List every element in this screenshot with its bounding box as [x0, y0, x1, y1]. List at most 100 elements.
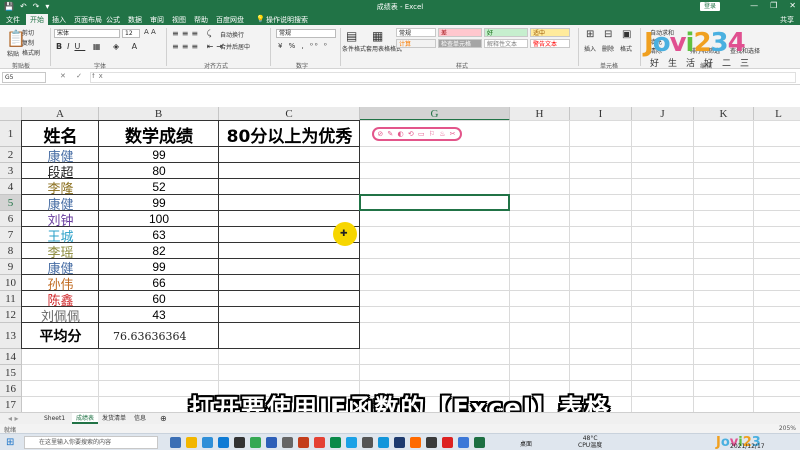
column-header-b[interactable]: B	[99, 107, 219, 121]
cell-score[interactable]: 80	[99, 163, 219, 179]
app-icon[interactable]	[458, 437, 469, 448]
column-header-a[interactable]: A	[22, 107, 99, 121]
sheet-tab-info[interactable]: 信息	[130, 413, 150, 424]
selected-cell-g5[interactable]	[359, 194, 510, 211]
tab-file[interactable]: 文件	[6, 15, 20, 25]
cell-score[interactable]: 63	[99, 227, 219, 243]
zoom-level[interactable]: 205%	[779, 425, 796, 432]
tab-home[interactable]: 开始	[26, 14, 48, 25]
tab-help[interactable]: 帮助	[194, 15, 208, 25]
cut-button[interactable]: 剪切	[22, 28, 34, 37]
tab-formulas[interactable]: 公式	[106, 15, 120, 25]
chrome-icon[interactable]	[314, 437, 325, 448]
style-calculation[interactable]: 计算	[396, 39, 436, 48]
cell-score[interactable]: 100	[99, 211, 219, 227]
style-explanatory[interactable]: 解释性文本	[484, 39, 528, 48]
cell-excellent[interactable]	[219, 259, 360, 275]
select-all-corner[interactable]	[0, 107, 22, 121]
app-icon[interactable]	[330, 437, 341, 448]
row-header-9[interactable]: 9	[0, 259, 22, 275]
tab-baidu-netdisk[interactable]: 百度网盘	[216, 15, 244, 25]
share-button[interactable]: 共享	[780, 15, 794, 25]
row-header-3[interactable]: 3	[0, 163, 22, 179]
column-header-k[interactable]: K	[694, 107, 754, 121]
row-header-2[interactable]: 2	[0, 147, 22, 163]
wechat-icon[interactable]	[250, 437, 261, 448]
column-header-h[interactable]: H	[510, 107, 570, 121]
tab-insert[interactable]: 插入	[52, 15, 66, 25]
style-warning[interactable]: 警告文本	[530, 39, 570, 48]
cell-b1-score-header[interactable]: 数学成绩	[99, 121, 219, 147]
powerpoint-icon[interactable]	[298, 437, 309, 448]
spreadsheet-grid[interactable]: A B C G H I J K L 1 2 3 4 5 6 7 8 9 10 11 12 13 14 15 16 17 姓名 数学成绩…	[0, 107, 800, 413]
cell-score[interactable]: 82	[99, 243, 219, 259]
add-sheet-icon[interactable]: ⊕	[156, 413, 171, 424]
formula-input[interactable]	[90, 72, 796, 83]
font-grow-shrink-icon[interactable]: A A	[144, 28, 156, 36]
column-header-i[interactable]: I	[570, 107, 632, 121]
wrap-text-button[interactable]: 自动换行	[220, 30, 244, 39]
delete-cells-icon[interactable]: ⊟	[604, 29, 612, 40]
cell-score[interactable]: 99	[99, 147, 219, 163]
tab-review[interactable]: 审阅	[150, 15, 164, 25]
merge-center-button[interactable]: 合并后居中	[220, 42, 250, 51]
name-box[interactable]: G5	[2, 72, 46, 83]
tab-view[interactable]: 视图	[172, 15, 186, 25]
minimize-icon[interactable]: —	[750, 1, 758, 10]
cell-excellent[interactable]	[219, 147, 360, 163]
row-header-14[interactable]: 14	[0, 349, 22, 365]
cell-a13-average-label[interactable]: 平均分	[22, 323, 99, 349]
app-icon[interactable]	[410, 437, 421, 448]
app-icon[interactable]	[282, 437, 293, 448]
cell-a1-name-header[interactable]: 姓名	[22, 121, 99, 147]
tab-page-layout[interactable]: 页面布局	[74, 15, 102, 25]
sheet-nav-icon[interactable]: ◂ ▸	[4, 413, 23, 424]
conditional-format-button[interactable]: 条件格式	[342, 44, 366, 53]
maximize-icon[interactable]: ❐	[770, 1, 777, 10]
app-icon[interactable]	[426, 437, 437, 448]
row-header-12[interactable]: 12	[0, 307, 22, 323]
column-header-l[interactable]: L	[754, 107, 800, 121]
floating-toolbar[interactable]: ⊘ ✎ ◐ ⟲ ▭ ⚐ ♨ ✂	[372, 127, 462, 141]
windows-start-icon[interactable]: ⊞	[6, 437, 14, 448]
paste-button[interactable]: 粘贴	[7, 49, 19, 58]
close-icon[interactable]: ✕	[789, 1, 796, 10]
number-format-select[interactable]: 常规	[276, 29, 336, 38]
column-header-g[interactable]: G	[360, 107, 510, 121]
cell-excellent[interactable]	[219, 195, 360, 211]
row-header-10[interactable]: 10	[0, 275, 22, 291]
tab-data[interactable]: 数据	[128, 15, 142, 25]
row-header-11[interactable]: 11	[0, 291, 22, 307]
cell-excellent[interactable]	[219, 291, 360, 307]
row-header-6[interactable]: 6	[0, 211, 22, 227]
cell-score[interactable]: 60	[99, 291, 219, 307]
sheet-tab-sheet1[interactable]: Sheet1	[40, 413, 69, 424]
task-view-icon[interactable]	[170, 437, 181, 448]
row-header-7[interactable]: 7	[0, 227, 22, 243]
desktop-label[interactable]: 桌面	[520, 439, 532, 448]
cell-score[interactable]: 52	[99, 179, 219, 195]
row-header-5[interactable]: 5	[0, 195, 22, 211]
mail-icon[interactable]	[202, 437, 213, 448]
copy-button[interactable]: 复制	[22, 38, 34, 47]
app-icon[interactable]	[378, 437, 389, 448]
delete-cells-button[interactable]: 删除	[602, 44, 614, 53]
app-icon[interactable]	[394, 437, 405, 448]
app-icon[interactable]	[346, 437, 357, 448]
column-header-j[interactable]: J	[632, 107, 694, 121]
sheet-tab-scores[interactable]: 成绩表	[72, 413, 99, 424]
format-painter-button[interactable]: 格式刷	[22, 48, 40, 57]
cell-excellent[interactable]	[219, 275, 360, 291]
excel-icon[interactable]	[474, 437, 485, 448]
tell-me-search[interactable]: 操作说明搜索	[266, 15, 308, 25]
cell-score[interactable]: 43	[99, 307, 219, 323]
word-icon[interactable]	[266, 437, 277, 448]
row-header-4[interactable]: 4	[0, 179, 22, 195]
style-bad[interactable]: 差	[438, 28, 482, 37]
table-format-icon[interactable]: ▦	[372, 29, 383, 43]
cell-c1-excellent-header[interactable]: 80分以上为优秀	[219, 121, 360, 147]
cell-excellent[interactable]	[219, 307, 360, 323]
align-horizontal-icons[interactable]: ≡≡≡ ⇤⇥	[172, 42, 226, 51]
format-cells-icon[interactable]: ▣	[622, 29, 631, 40]
cell-b13-average-value[interactable]: 76.63636364	[99, 323, 219, 349]
